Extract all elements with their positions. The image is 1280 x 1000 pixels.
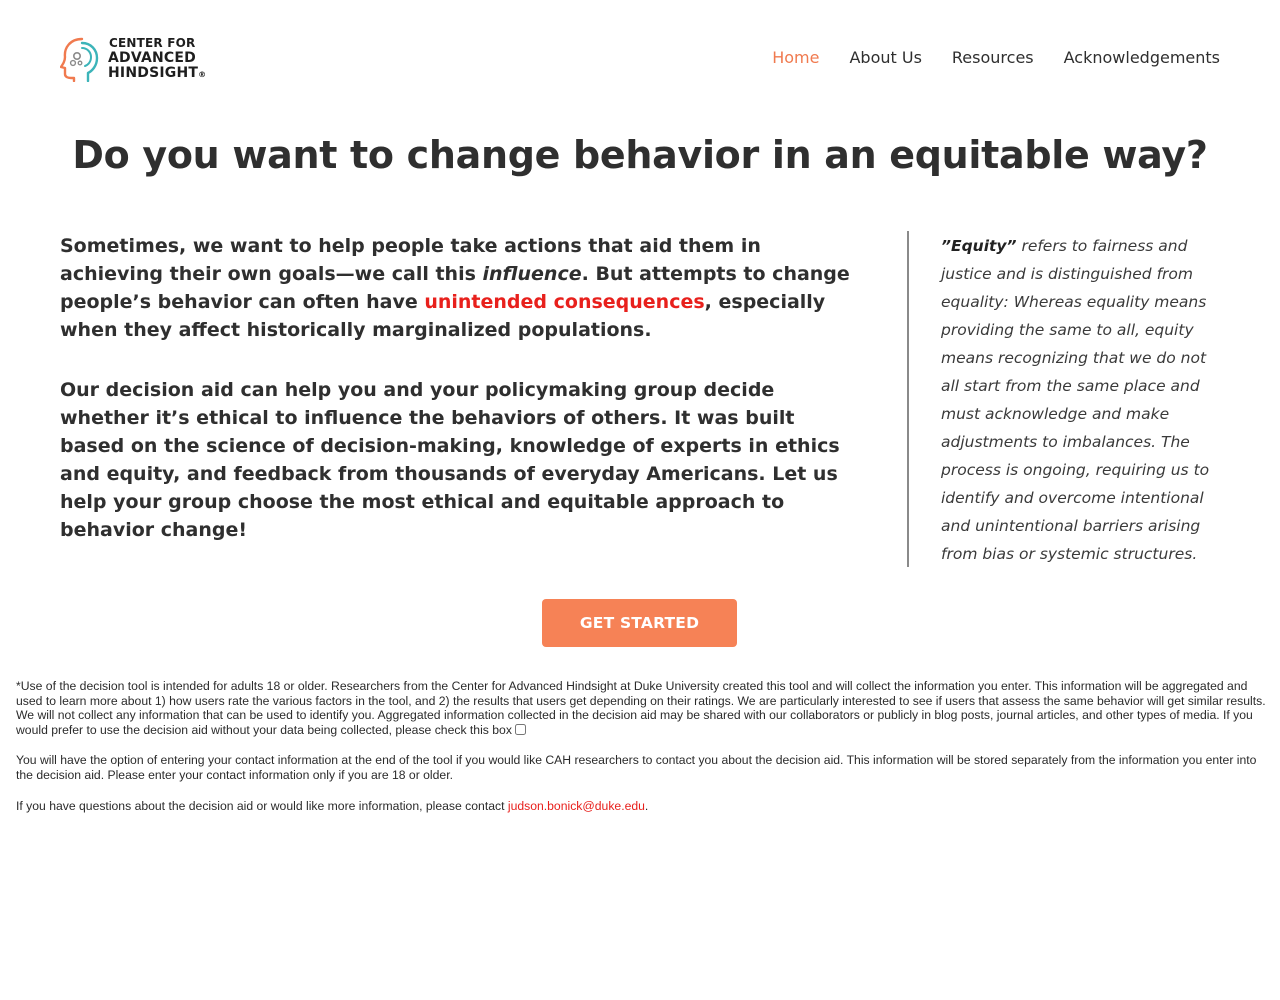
disclaimer: *Use of the decision tool is intended fo…: [16, 679, 1266, 829]
main-nav: Home About Us Resources Acknowledgements: [772, 48, 1220, 67]
data-use-text: *Use of the decision tool is intended fo…: [16, 679, 1266, 737]
equity-term: ”Equity”: [941, 237, 1017, 255]
nav-resources[interactable]: Resources: [952, 48, 1034, 67]
logo-line-3: HINDSIGHT: [108, 65, 199, 81]
page-title: Do you want to change behavior in an equ…: [72, 133, 1208, 177]
logo-line-1: CENTER FOR: [109, 36, 196, 50]
registered-mark: ®: [198, 70, 207, 79]
decision-aid-paragraph: Our decision aid can help you and your p…: [60, 379, 840, 541]
equity-definition-text: refers to fairness and justice and is di…: [941, 237, 1210, 563]
nav-about-us[interactable]: About Us: [849, 48, 921, 67]
nav-acknowledgements[interactable]: Acknowledgements: [1064, 48, 1220, 67]
intro-section: Sometimes, we want to help people take a…: [60, 232, 855, 544]
influence-term: influence: [482, 263, 582, 285]
contact-email-link[interactable]: judson.bonick@duke.edu: [508, 799, 645, 813]
disclaimer-paragraph-1: *Use of the decision tool is intended fo…: [16, 679, 1266, 737]
opt-out-checkbox[interactable]: [514, 723, 526, 735]
contact-text: If you have questions about the decision…: [16, 798, 508, 813]
site-header: CENTER FOR ADVANCED HINDSIGHT® Home Abou…: [0, 0, 1280, 120]
nav-home[interactable]: Home: [772, 48, 819, 67]
disclaimer-paragraph-2: You will have the option of entering you…: [16, 753, 1257, 782]
intro-paragraph: Sometimes, we want to help people take a…: [60, 232, 855, 344]
get-started-button[interactable]: GET STARTED: [542, 599, 737, 647]
logo[interactable]: CENTER FOR ADVANCED HINDSIGHT®: [60, 36, 206, 82]
contact-text-end: .: [644, 798, 649, 813]
head-profile-gears-icon: [60, 37, 99, 82]
equity-definition: ”Equity” refers to fairness and justice …: [941, 232, 1226, 568]
vertical-divider: [907, 231, 909, 567]
disclaimer-paragraph-3: If you have questions about the decision…: [16, 799, 1266, 814]
logo-wordmark: CENTER FOR ADVANCED HINDSIGHT®: [108, 36, 206, 82]
unintended-consequences-link[interactable]: unintended consequences: [424, 291, 704, 313]
logo-line-2: ADVANCED: [108, 50, 196, 66]
